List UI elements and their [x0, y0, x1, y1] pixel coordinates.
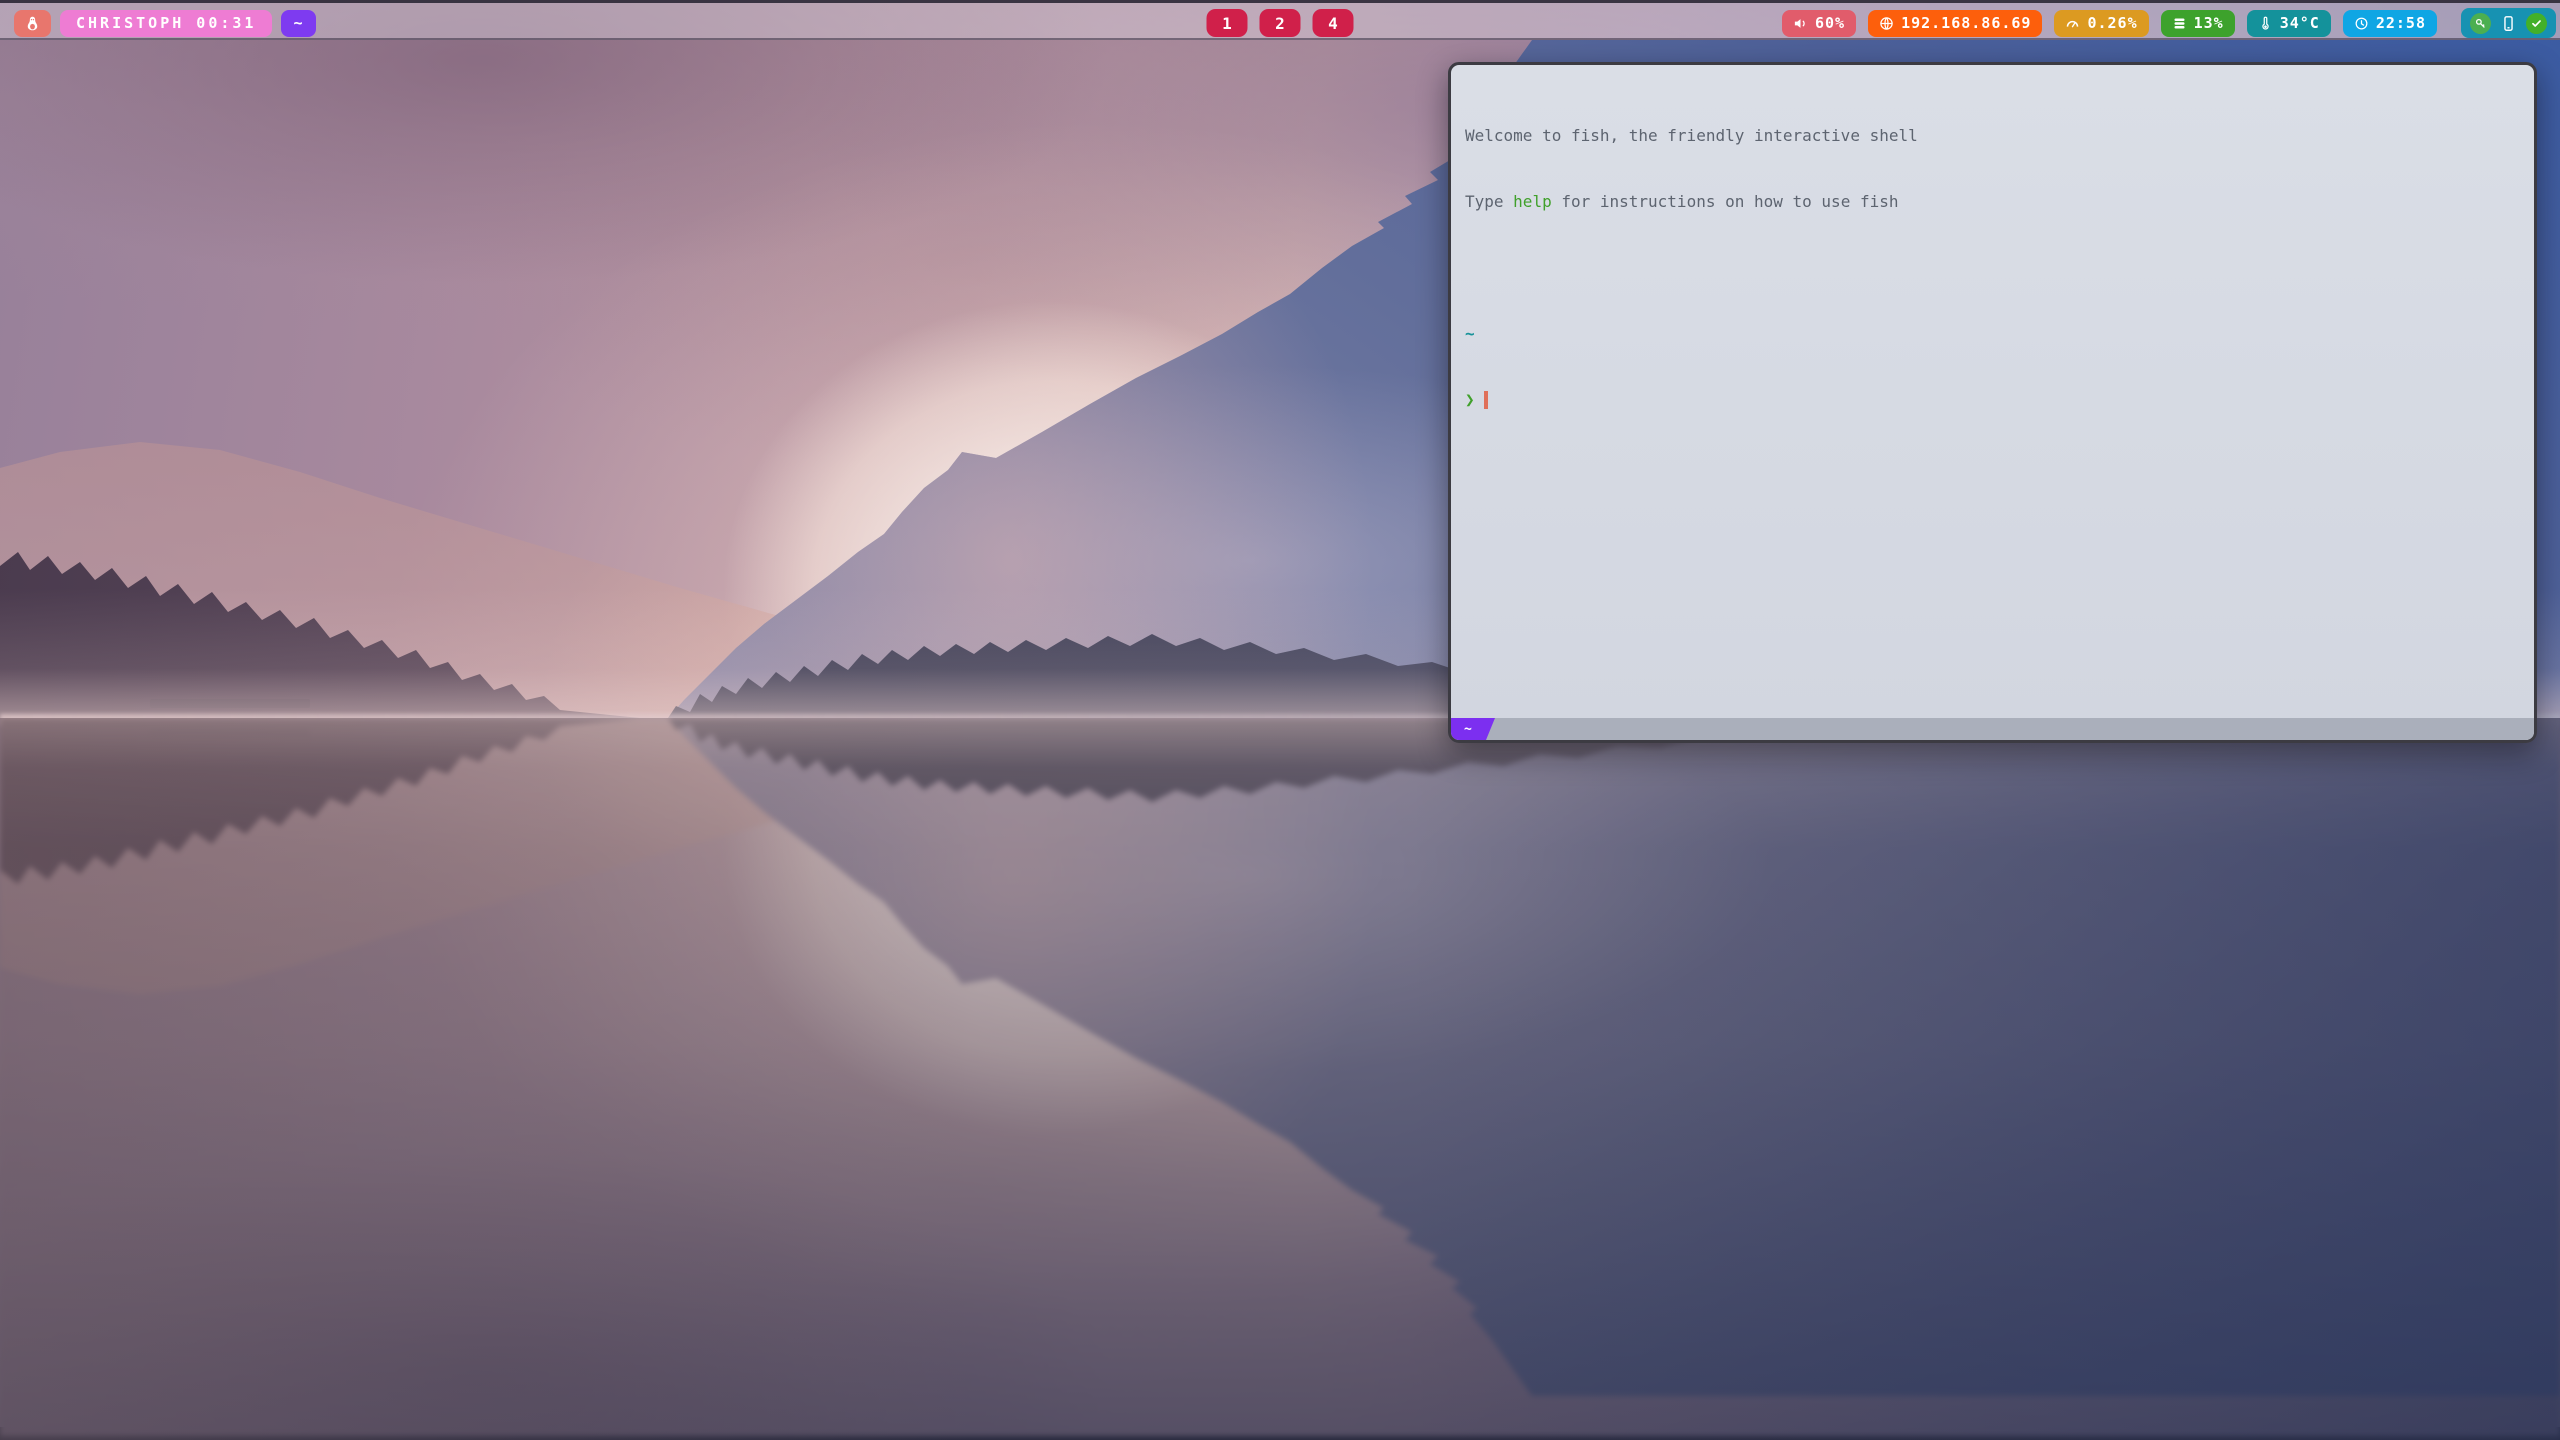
user-clock-label: CHRISTOPH 00:31 [76, 14, 256, 32]
memory-label: 13% [2194, 14, 2224, 32]
globe-icon [1879, 16, 1894, 31]
greeting-line2-prefix: Type [1465, 192, 1513, 211]
clock-label: 22:58 [2376, 14, 2426, 32]
workspace-button-2[interactable]: 2 [1260, 9, 1301, 37]
water-reflection [0, 718, 2560, 1440]
terminal-window[interactable]: Welcome to fish, the friendly interactiv… [1448, 62, 2537, 743]
terminal-status-bar: ~ [1451, 718, 2534, 740]
terminal-status-tag: ~ [1451, 718, 1495, 740]
launcher-badge[interactable] [14, 10, 51, 37]
key-icon[interactable] [2470, 13, 2491, 34]
greeting-line2-suffix: for instructions on how to use fish [1552, 192, 1899, 211]
water-tint-side [0, 718, 2560, 1440]
network-badge: 192.168.86.69 [1868, 10, 2042, 37]
network-label: 192.168.86.69 [1901, 14, 2031, 32]
system-tray [2461, 8, 2556, 38]
greeting-line-1: Welcome to fish, the friendly interactiv… [1465, 125, 2520, 147]
greeting-line-2: Type help for instructions on how to use… [1465, 191, 2520, 213]
terminal-content[interactable]: Welcome to fish, the friendly interactiv… [1451, 65, 2534, 718]
clock-badge: 22:58 [2343, 10, 2437, 37]
clock-icon [2354, 16, 2369, 31]
memory-icon [2172, 16, 2187, 31]
prompt-symbol: ❯ [1465, 390, 1475, 409]
cpu-load-label: 0.26% [2087, 14, 2137, 32]
workspace-button-4[interactable]: 4 [1313, 9, 1354, 37]
cpu-load-badge: 0.26% [2054, 10, 2148, 37]
workspace-button-1[interactable]: 1 [1207, 9, 1248, 37]
prompt-cwd-line: ~ [1465, 323, 2520, 345]
terminal-status-tag-label: ~ [1464, 722, 1472, 737]
volume-badge[interactable]: 60% [1782, 10, 1856, 37]
terminal-cursor [1484, 391, 1488, 409]
check-icon[interactable] [2526, 13, 2547, 34]
temperature-badge: 34°C [2247, 10, 2331, 37]
greeting-help-word: help [1513, 192, 1552, 211]
tux-icon [24, 15, 41, 32]
desktop: CHRISTOPH 00:31 ~ 1 2 4 60% [0, 0, 2560, 1440]
bar-left-group: CHRISTOPH 00:31 ~ [14, 3, 316, 43]
speaker-icon [1793, 16, 1808, 31]
user-clock-badge: CHRISTOPH 00:31 [60, 10, 272, 37]
memory-badge: 13% [2161, 10, 2235, 37]
status-bar: CHRISTOPH 00:31 ~ 1 2 4 60% [0, 0, 2560, 40]
bar-right-group: 60% 192.168.86.69 0.26 [1782, 3, 2556, 43]
thermometer-icon [2258, 16, 2273, 31]
temperature-label: 34°C [2280, 14, 2320, 32]
workspace-switcher: 1 2 4 [1207, 3, 1354, 43]
phone-icon[interactable] [2500, 15, 2517, 32]
prompt-cwd: ~ [1465, 324, 1475, 343]
directory-badge: ~ [281, 10, 315, 37]
gauge-icon [2065, 16, 2080, 31]
prompt-line[interactable]: ❯ [1465, 389, 2520, 411]
directory-label: ~ [293, 14, 303, 32]
blank-line [1465, 257, 2520, 279]
volume-label: 60% [1815, 14, 1845, 32]
